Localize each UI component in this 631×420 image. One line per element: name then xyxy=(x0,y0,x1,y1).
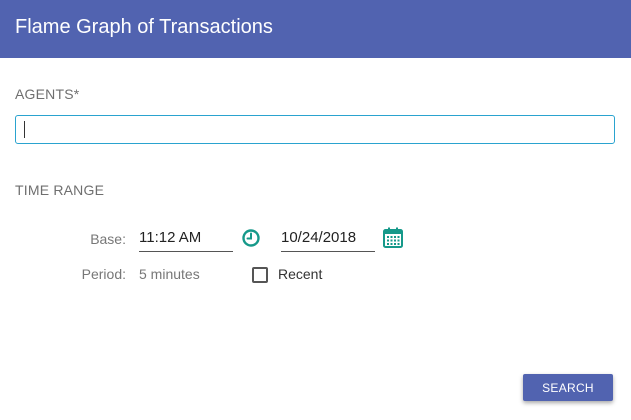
agents-label: AGENTS* xyxy=(15,86,80,102)
time-range-label: TIME RANGE xyxy=(15,182,105,198)
dialog-title: Flame Graph of Transactions xyxy=(15,16,273,38)
date-input[interactable]: 10/24/2018 xyxy=(281,226,375,252)
calendar-icon[interactable] xyxy=(383,227,403,248)
clock-icon[interactable] xyxy=(241,228,261,248)
recent-label: Recent xyxy=(278,266,323,282)
period-label: Period: xyxy=(81,266,126,282)
dialog-header: Flame Graph of Transactions xyxy=(0,0,631,58)
search-button[interactable]: SEARCH xyxy=(523,374,613,401)
base-label: Base: xyxy=(90,231,126,247)
text-cursor xyxy=(24,121,25,138)
period-value: 5 minutes xyxy=(139,266,200,282)
recent-checkbox[interactable] xyxy=(252,267,268,283)
time-input[interactable]: 11:12 AM xyxy=(139,226,233,252)
agents-input[interactable] xyxy=(15,115,615,144)
